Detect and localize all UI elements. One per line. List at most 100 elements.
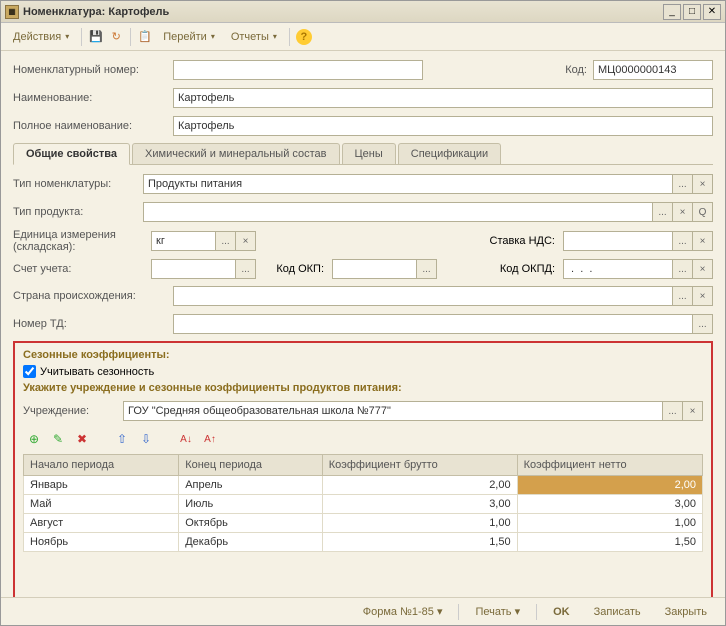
close-button[interactable]: ✕ xyxy=(703,4,721,20)
minimize-button[interactable]: _ xyxy=(663,4,681,20)
full-name-label: Полное наименование: xyxy=(13,120,173,132)
vat-input[interactable] xyxy=(563,231,673,251)
copy-icon[interactable]: 📋 xyxy=(137,29,153,45)
okp-select-button[interactable]: ... xyxy=(417,259,437,279)
cell-netto[interactable]: 1,00 xyxy=(517,514,702,533)
titlebar: ▦ Номенклатура: Картофель _ □ ✕ xyxy=(1,1,725,23)
save-icon[interactable]: 💾 xyxy=(88,29,104,45)
cell-start[interactable]: Май xyxy=(24,495,179,514)
td-label: Номер ТД: xyxy=(13,318,173,330)
okp-input[interactable] xyxy=(332,259,417,279)
actions-menu[interactable]: Действия xyxy=(7,29,75,45)
country-select-button[interactable]: ... xyxy=(673,286,693,306)
name-input[interactable] xyxy=(173,88,713,108)
tab-specs[interactable]: Спецификации xyxy=(398,143,501,164)
cell-brutto[interactable]: 3,00 xyxy=(322,495,517,514)
cell-brutto[interactable]: 1,50 xyxy=(322,533,517,552)
type-clear-button[interactable]: × xyxy=(693,174,713,194)
content-area: Номенклатурный номер: Код: Наименование:… xyxy=(1,51,725,597)
okpd-select-button[interactable]: ... xyxy=(673,259,693,279)
type-input[interactable] xyxy=(143,174,673,194)
product-type-label: Тип продукта: xyxy=(13,206,143,218)
product-type-clear-button[interactable]: × xyxy=(673,202,693,222)
edit-row-icon[interactable]: ✎ xyxy=(49,430,67,448)
tab-prices[interactable]: Цены xyxy=(342,143,396,164)
institution-input[interactable] xyxy=(123,401,663,421)
cell-end[interactable]: Июль xyxy=(179,495,323,514)
col-end[interactable]: Конец периода xyxy=(179,455,323,476)
add-row-icon[interactable]: ⊕ xyxy=(25,430,43,448)
full-name-input[interactable] xyxy=(173,116,713,136)
move-up-icon[interactable]: ⇧ xyxy=(113,430,131,448)
cell-netto[interactable]: 1,50 xyxy=(517,533,702,552)
okpd-clear-button[interactable]: × xyxy=(693,259,713,279)
help-icon[interactable]: ? xyxy=(296,29,312,45)
cell-end[interactable]: Октябрь xyxy=(179,514,323,533)
move-down-icon[interactable]: ⇩ xyxy=(137,430,155,448)
institution-select-button[interactable]: ... xyxy=(663,401,683,421)
product-type-select-button[interactable]: ... xyxy=(653,202,673,222)
okp-label: Код ОКП: xyxy=(264,263,324,275)
close-form-button[interactable]: Закрыть xyxy=(657,603,715,621)
goto-menu[interactable]: Перейти xyxy=(157,29,221,45)
unit-input[interactable] xyxy=(151,231,216,251)
country-input[interactable] xyxy=(173,286,673,306)
seasonal-instruction: Укажите учреждение и сезонные коэффициен… xyxy=(23,382,703,394)
cell-start[interactable]: Ноябрь xyxy=(24,533,179,552)
window-title: Номенклатура: Картофель xyxy=(23,6,663,18)
vat-clear-button[interactable]: × xyxy=(693,231,713,251)
cell-netto[interactable]: 2,00 xyxy=(517,476,702,495)
footer: Форма №1-85 ▾ Печать ▾ OK Записать Закры… xyxy=(1,597,725,625)
nomenclature-number-label: Номенклатурный номер: xyxy=(13,64,173,76)
ok-button[interactable]: OK xyxy=(545,603,578,621)
form-selector[interactable]: Форма №1-85 ▾ xyxy=(355,602,451,621)
nomenclature-number-input[interactable] xyxy=(173,60,423,80)
product-type-input[interactable] xyxy=(143,202,653,222)
tab-chemical[interactable]: Химический и минеральный состав xyxy=(132,143,339,164)
td-select-button[interactable]: ... xyxy=(693,314,713,334)
tabs: Общие свойства Химический и минеральный … xyxy=(13,143,713,165)
account-input[interactable] xyxy=(151,259,236,279)
type-select-button[interactable]: ... xyxy=(673,174,693,194)
vat-label: Ставка НДС: xyxy=(465,235,555,247)
col-netto[interactable]: Коэффициент нетто xyxy=(517,455,702,476)
reports-menu[interactable]: Отчеты xyxy=(225,29,283,45)
print-button[interactable]: Печать ▾ xyxy=(467,602,528,621)
unit-select-button[interactable]: ... xyxy=(216,231,236,251)
table-row[interactable]: НоябрьДекабрь1,501,50 xyxy=(24,533,703,552)
cell-start[interactable]: Август xyxy=(24,514,179,533)
cell-end[interactable]: Апрель xyxy=(179,476,323,495)
col-brutto[interactable]: Коэффициент брутто xyxy=(322,455,517,476)
okpd-input[interactable] xyxy=(563,259,673,279)
cell-brutto[interactable]: 2,00 xyxy=(322,476,517,495)
country-label: Страна происхождения: xyxy=(13,290,173,302)
country-clear-button[interactable]: × xyxy=(693,286,713,306)
maximize-button[interactable]: □ xyxy=(683,4,701,20)
vat-select-button[interactable]: ... xyxy=(673,231,693,251)
seasonality-checkbox[interactable] xyxy=(23,365,36,378)
save-button[interactable]: Записать xyxy=(586,603,649,621)
unit-label: Единица измерения (складская): xyxy=(13,229,143,253)
code-input[interactable] xyxy=(593,60,713,80)
product-type-search-button[interactable]: Q xyxy=(693,202,713,222)
sort-asc-icon[interactable]: A↓ xyxy=(177,430,195,448)
table-row[interactable]: МайИюль3,003,00 xyxy=(24,495,703,514)
col-start[interactable]: Начало периода xyxy=(24,455,179,476)
tab-general[interactable]: Общие свойства xyxy=(13,143,130,165)
cell-start[interactable]: Январь xyxy=(24,476,179,495)
seasonal-table[interactable]: Начало периода Конец периода Коэффициент… xyxy=(23,454,703,552)
refresh-icon[interactable]: ↻ xyxy=(108,29,124,45)
delete-row-icon[interactable]: ✖ xyxy=(73,430,91,448)
td-input[interactable] xyxy=(173,314,693,334)
unit-clear-button[interactable]: × xyxy=(236,231,256,251)
cell-brutto[interactable]: 1,00 xyxy=(322,514,517,533)
cell-end[interactable]: Декабрь xyxy=(179,533,323,552)
table-row[interactable]: ЯнварьАпрель2,002,00 xyxy=(24,476,703,495)
main-window: ▦ Номенклатура: Картофель _ □ ✕ Действия… xyxy=(0,0,726,626)
table-row[interactable]: АвгустОктябрь1,001,00 xyxy=(24,514,703,533)
account-select-button[interactable]: ... xyxy=(236,259,256,279)
cell-netto[interactable]: 3,00 xyxy=(517,495,702,514)
window-icon: ▦ xyxy=(5,5,19,19)
sort-desc-icon[interactable]: A↑ xyxy=(201,430,219,448)
institution-clear-button[interactable]: × xyxy=(683,401,703,421)
